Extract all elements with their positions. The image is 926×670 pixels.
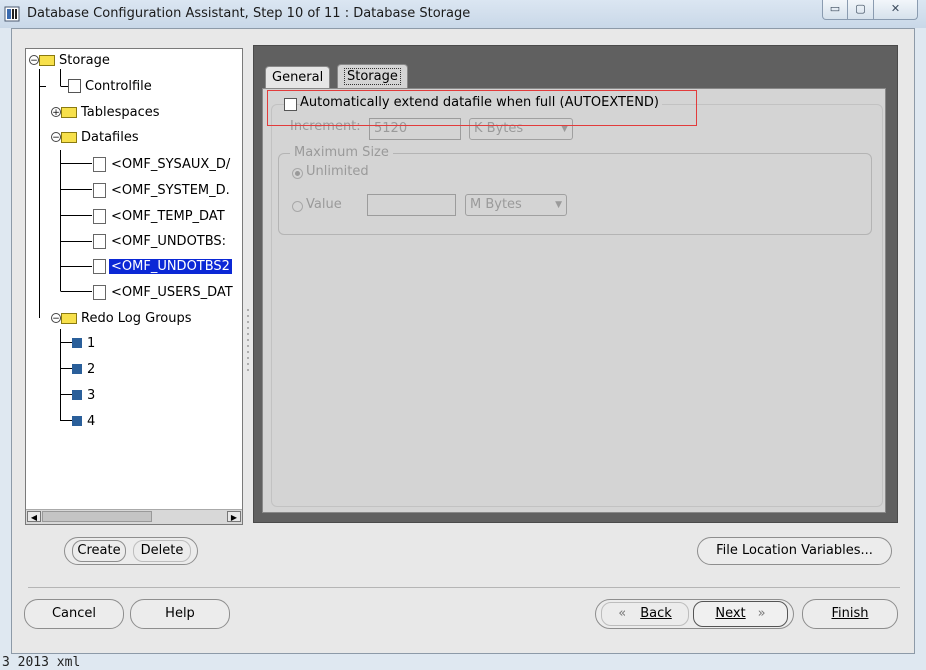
minimize-icon: ▭ [829, 2, 841, 15]
tree-node-datafiles[interactable]: Datafiles [61, 126, 141, 148]
tree-node-datafile[interactable]: <OMF_TEMP_DAT [93, 205, 227, 227]
folder-icon [61, 131, 77, 143]
horizontal-scrollbar[interactable]: ◀ ▶ [26, 509, 242, 524]
tree-node-redo-group[interactable]: 2 [72, 358, 97, 380]
app-icon [4, 6, 20, 22]
next-button[interactable]: Next » [693, 601, 788, 627]
tree-node-label: <OMF_SYSAUX_D/ [111, 156, 231, 172]
redo-log-icon [72, 338, 82, 348]
svg-text:+: + [52, 108, 60, 118]
tree-node-tablespaces[interactable]: Tablespaces [61, 101, 162, 123]
maximize-button[interactable]: ▢ [848, 0, 874, 20]
delete-button[interactable]: Delete [133, 540, 191, 562]
footer-divider [28, 587, 900, 588]
tree-node-label: Datafiles [81, 129, 139, 145]
tree-node-redo-group[interactable]: 4 [72, 410, 97, 432]
tree-node-label: Redo Log Groups [81, 310, 192, 326]
tree-node-label: 1 [87, 335, 96, 351]
document-icon [93, 156, 106, 172]
max-size-unit-select[interactable]: M Bytes ▼ [465, 194, 567, 216]
close-icon: ✕ [890, 2, 901, 15]
document-icon [93, 284, 106, 300]
tree-node-label: 4 [87, 413, 96, 429]
title-bar: Database Configuration Assistant, Step 1… [0, 0, 926, 28]
tab-label: Storage [344, 68, 401, 85]
scroll-left-icon[interactable]: ◀ [27, 511, 41, 522]
redo-log-icon [72, 364, 82, 374]
unlimited-label: Unlimited [306, 164, 369, 179]
tree-node-label: <OMF_TEMP_DAT [111, 208, 225, 224]
folder-icon [61, 106, 77, 118]
folder-icon [61, 312, 77, 324]
scroll-thumb[interactable] [42, 511, 152, 522]
finish-label: Finish [831, 606, 869, 621]
highlight-annotation [267, 90, 697, 126]
tree-node-label: 3 [87, 387, 96, 403]
tab-storage[interactable]: Storage [337, 64, 408, 89]
create-button[interactable]: Create [72, 540, 126, 562]
tree-node-datafile[interactable]: <OMF_SYSTEM_D. [93, 179, 232, 201]
redo-log-icon [72, 416, 82, 426]
tree-node-storage[interactable]: Storage [39, 49, 112, 71]
document-icon [93, 208, 106, 224]
double-chevron-right-icon: » [757, 606, 766, 621]
storage-tree[interactable]: − + − − Storage Controlfile Tablespaces … [25, 48, 243, 525]
controlfile-icon [68, 79, 81, 93]
tree-node-label: Tablespaces [81, 104, 160, 120]
tree-node-label: Storage [59, 52, 110, 68]
panel-splitter[interactable] [243, 48, 253, 518]
window-title: Database Configuration Assistant, Step 1… [27, 6, 471, 21]
value-radio[interactable] [292, 201, 303, 212]
tree-node-datafile[interactable]: <OMF_UNDOTBS: [93, 230, 228, 252]
select-value: M Bytes [470, 197, 522, 212]
help-button[interactable]: Help [130, 599, 230, 629]
tree-node-datafile[interactable]: <OMF_USERS_DAT [93, 281, 235, 303]
tree-node-datafile-selected[interactable]: <OMF_UNDOTBS2 [93, 255, 232, 277]
tree-node-controlfile[interactable]: Controlfile [68, 75, 154, 97]
tree-node-label: <OMF_UNDOTBS2 [109, 258, 232, 274]
tree-node-label: 2 [87, 361, 96, 377]
back-button[interactable]: « Back [601, 602, 689, 626]
tab-general[interactable]: General [265, 66, 331, 88]
maximize-icon: ▢ [855, 2, 866, 15]
double-chevron-left-icon: « [618, 606, 627, 621]
tree-node-label: <OMF_UNDOTBS: [111, 233, 227, 249]
maximum-size-legend: Maximum Size [290, 145, 393, 160]
tree-node-redo-group[interactable]: 1 [72, 332, 97, 354]
tree-node-redo-log-groups[interactable]: Redo Log Groups [61, 307, 194, 329]
unlimited-radio[interactable] [292, 168, 303, 179]
close-button[interactable]: ✕ [874, 0, 918, 20]
redo-log-icon [72, 390, 82, 400]
document-icon [93, 182, 106, 198]
window-controls: ▭ ▢ ✕ [822, 0, 918, 22]
max-size-input[interactable] [367, 194, 456, 216]
value-label: Value [306, 197, 342, 212]
cancel-button[interactable]: Cancel [24, 599, 124, 629]
tree-node-datafile[interactable]: <OMF_SYSAUX_D/ [93, 153, 232, 175]
svg-text:−: − [52, 133, 60, 143]
scroll-right-icon[interactable]: ▶ [227, 511, 241, 522]
file-location-variables-button[interactable]: File Location Variables... [697, 537, 892, 565]
svg-text:−: − [30, 56, 38, 66]
next-label: Next [715, 606, 746, 621]
back-label: Back [640, 606, 672, 621]
minimize-button[interactable]: ▭ [822, 0, 848, 20]
tree-node-redo-group[interactable]: 3 [72, 384, 97, 406]
chevron-down-icon: ▼ [555, 200, 562, 210]
document-icon [93, 258, 106, 274]
document-icon [93, 233, 106, 249]
tree-node-label: <OMF_SYSTEM_D. [111, 182, 230, 198]
tree-node-label: <OMF_USERS_DAT [111, 284, 233, 300]
tree-node-label: Controlfile [85, 78, 152, 94]
finish-button[interactable]: Finish [802, 599, 898, 629]
svg-text:−: − [52, 314, 60, 324]
folder-icon [39, 54, 55, 66]
